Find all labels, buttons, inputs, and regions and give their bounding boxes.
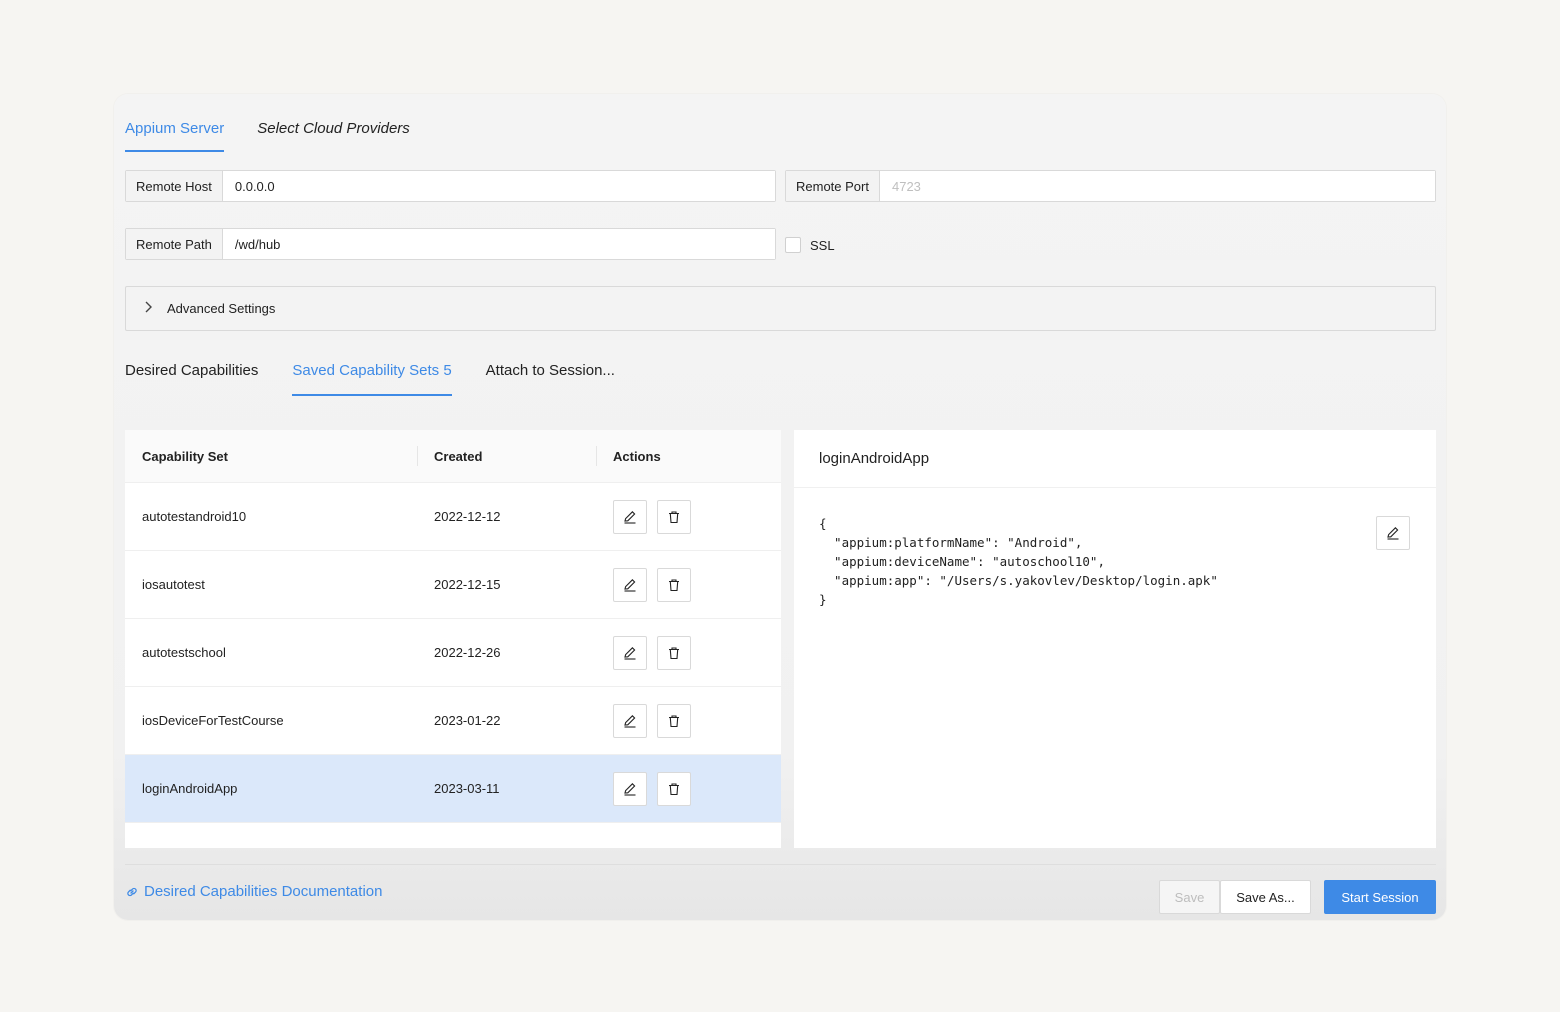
trash-icon bbox=[669, 579, 679, 592]
created-date: 2022-12-12 bbox=[434, 509, 501, 524]
session-window: Appium Server Select Cloud Providers Rem… bbox=[114, 94, 1446, 920]
created-date: 2023-03-11 bbox=[434, 781, 500, 796]
remote-host-label: Remote Host bbox=[126, 171, 223, 201]
edit-icon bbox=[1387, 527, 1399, 540]
remote-path-group: Remote Path bbox=[125, 228, 776, 260]
header-created: Created bbox=[434, 448, 483, 464]
edit-button[interactable] bbox=[613, 704, 647, 738]
table-row[interactable]: autotestandroid10 2022-12-12 bbox=[125, 483, 781, 551]
doc-link-label: Desired Capabilities Documentation bbox=[144, 883, 383, 900]
delete-button[interactable] bbox=[657, 568, 691, 602]
capability-set-name: loginAndroidApp bbox=[142, 781, 238, 796]
tab-attach-to-session[interactable]: Attach to Session... bbox=[486, 362, 615, 396]
created-date: 2022-12-26 bbox=[434, 645, 501, 660]
advanced-settings-label: Advanced Settings bbox=[167, 301, 276, 316]
ssl-label: SSL bbox=[810, 237, 835, 253]
remote-port-group: Remote Port bbox=[785, 170, 1436, 202]
tab-appium-server[interactable]: Appium Server bbox=[125, 118, 225, 152]
table-header: Capability Set Created Actions bbox=[125, 430, 781, 483]
remote-path-label: Remote Path bbox=[126, 229, 223, 259]
header-divider bbox=[417, 446, 418, 466]
trash-icon bbox=[669, 511, 679, 524]
tab-saved-capability-sets[interactable]: Saved Capability Sets 5 bbox=[292, 362, 452, 396]
edit-button[interactable] bbox=[613, 636, 647, 670]
footer-divider bbox=[125, 864, 1436, 865]
capabilities-json: { "appium:platformName": "Android", "app… bbox=[819, 516, 1218, 607]
edit-icon bbox=[624, 783, 636, 796]
chevron-right-icon bbox=[144, 301, 153, 316]
desired-capabilities-docs-link[interactable]: Desired Capabilities Documentation bbox=[125, 883, 382, 900]
remote-port-label: Remote Port bbox=[786, 171, 880, 201]
remote-host-input[interactable] bbox=[222, 171, 775, 201]
capability-set-name: iosDeviceForTestCourse bbox=[142, 713, 284, 728]
remote-path-input[interactable] bbox=[222, 229, 775, 259]
edit-icon bbox=[624, 715, 636, 728]
created-date: 2023-01-22 bbox=[434, 713, 501, 728]
link-icon bbox=[127, 887, 137, 896]
delete-button[interactable] bbox=[657, 704, 691, 738]
save-button[interactable]: Save bbox=[1159, 880, 1220, 914]
table-row[interactable]: autotestschool 2022-12-26 bbox=[125, 619, 781, 687]
capability-set-name: autotestschool bbox=[142, 645, 226, 660]
delete-button[interactable] bbox=[657, 500, 691, 534]
tab-select-cloud-providers[interactable]: Select Cloud Providers bbox=[257, 118, 410, 152]
header-capability-set: Capability Set bbox=[142, 448, 228, 464]
trash-icon bbox=[669, 647, 679, 660]
capability-set-name: iosautotest bbox=[142, 577, 205, 592]
edit-icon bbox=[624, 511, 636, 524]
capability-detail-panel: loginAndroidApp { "appium:platformName":… bbox=[794, 430, 1436, 848]
table-row-selected[interactable]: loginAndroidApp 2023-03-11 bbox=[125, 755, 781, 823]
detail-title: loginAndroidApp bbox=[794, 430, 1436, 488]
start-session-button[interactable]: Start Session bbox=[1324, 880, 1436, 914]
delete-button[interactable] bbox=[657, 636, 691, 670]
header-divider bbox=[596, 446, 597, 466]
trash-icon bbox=[669, 715, 679, 728]
header-actions: Actions bbox=[613, 448, 661, 464]
table-row[interactable]: iosautotest 2022-12-15 bbox=[125, 551, 781, 619]
save-as-button[interactable]: Save As... bbox=[1220, 880, 1311, 914]
server-tabs: Appium Server Select Cloud Providers bbox=[125, 118, 443, 152]
capability-set-name: autotestandroid10 bbox=[142, 509, 247, 524]
delete-button[interactable] bbox=[657, 772, 691, 806]
edit-button[interactable] bbox=[613, 500, 647, 534]
capability-sets-table: Capability Set Created Actions autotesta… bbox=[125, 430, 781, 848]
ssl-option[interactable]: SSL bbox=[785, 237, 835, 253]
advanced-settings-toggle[interactable]: Advanced Settings bbox=[125, 286, 1436, 331]
edit-button[interactable] bbox=[613, 568, 647, 602]
created-date: 2022-12-15 bbox=[434, 577, 501, 592]
edit-icon bbox=[624, 647, 636, 660]
table-row[interactable]: iosDeviceForTestCourse 2023-01-22 bbox=[125, 687, 781, 755]
trash-icon bbox=[669, 783, 679, 796]
edit-button[interactable] bbox=[613, 772, 647, 806]
tab-desired-capabilities[interactable]: Desired Capabilities bbox=[125, 362, 258, 396]
remote-host-group: Remote Host bbox=[125, 170, 776, 202]
remote-port-input[interactable] bbox=[879, 171, 1435, 201]
edit-icon bbox=[624, 579, 636, 592]
edit-capabilities-button[interactable] bbox=[1376, 516, 1410, 550]
capabilities-tabs: Desired Capabilities Saved Capability Se… bbox=[125, 362, 649, 396]
ssl-checkbox[interactable] bbox=[785, 237, 801, 253]
